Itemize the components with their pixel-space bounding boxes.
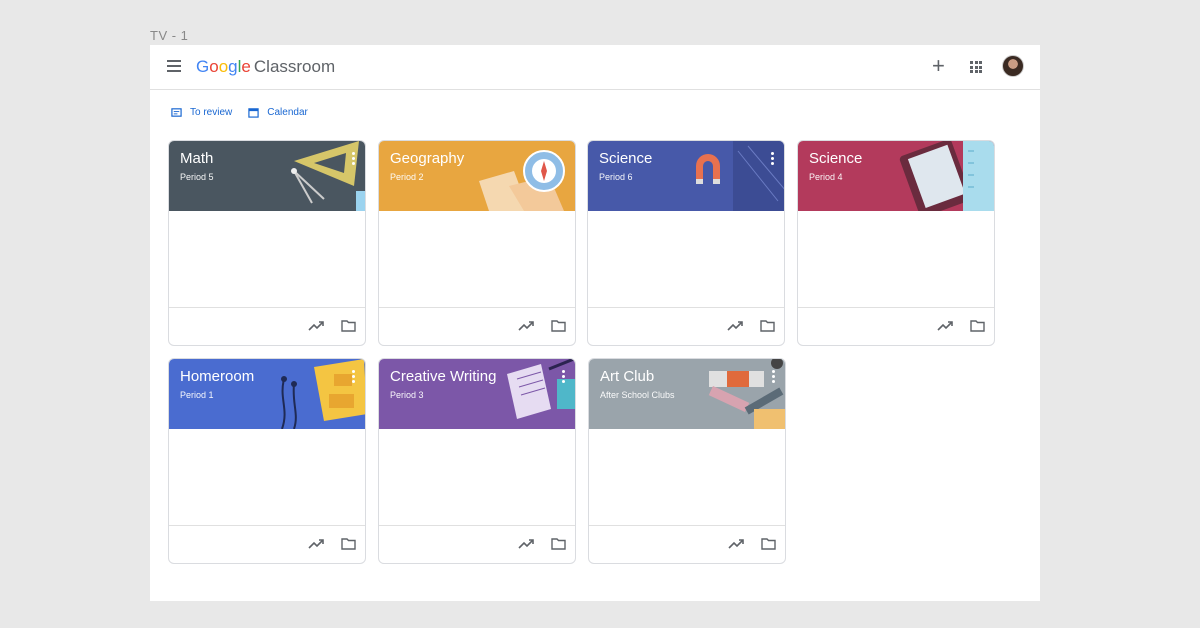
class-card-footer xyxy=(588,308,784,345)
folder-icon[interactable] xyxy=(760,320,775,332)
class-card-creative-writing[interactable]: Creative Writing Period 3 xyxy=(378,358,576,564)
class-banner[interactable]: Science Period 6 xyxy=(588,141,784,211)
class-card-art-club[interactable]: Art Club After School Clubs xyxy=(588,358,786,564)
class-card-footer xyxy=(169,308,365,345)
class-section: Period 5 xyxy=(180,172,214,182)
class-section: Period 2 xyxy=(390,172,424,182)
class-card-body xyxy=(379,429,575,526)
folder-icon[interactable] xyxy=(551,538,566,550)
geometry-tools-illustration xyxy=(291,141,365,211)
calendar-label: Calendar xyxy=(267,107,308,118)
trending-up-icon[interactable] xyxy=(308,538,324,550)
class-title[interactable]: Art Club xyxy=(600,368,654,385)
main-menu-icon[interactable] xyxy=(167,60,181,72)
top-bar: Google Classroom + xyxy=(150,45,1040,90)
trending-up-icon[interactable] xyxy=(728,538,744,550)
more-options-icon[interactable] xyxy=(562,370,565,383)
class-card-footer xyxy=(798,308,994,345)
compass-map-illustration xyxy=(479,150,565,211)
classroom-app: Google Classroom + To review Calendar Ma… xyxy=(150,45,1040,601)
to-review-link[interactable]: To review xyxy=(171,107,232,118)
class-card-body xyxy=(588,211,784,308)
class-card-footer xyxy=(379,308,575,345)
magnet-illustration xyxy=(696,141,784,211)
class-banner[interactable]: Creative Writing Period 3 xyxy=(379,359,575,429)
google-apps-icon[interactable] xyxy=(970,61,982,73)
folder-icon[interactable] xyxy=(970,320,985,332)
notebook-headphones-illustration xyxy=(281,359,365,429)
folder-icon[interactable] xyxy=(761,538,776,550)
class-title[interactable]: Science xyxy=(809,150,862,167)
class-section: After School Clubs xyxy=(600,390,675,400)
create-join-class-icon[interactable]: + xyxy=(932,55,945,77)
google-classroom-logo[interactable]: Google Classroom xyxy=(196,57,335,77)
class-card-footer xyxy=(589,526,785,563)
class-title[interactable]: Science xyxy=(599,150,652,167)
more-options-icon[interactable] xyxy=(772,370,775,383)
class-card-body xyxy=(169,211,365,308)
class-card-footer xyxy=(169,526,365,563)
class-section: Period 6 xyxy=(599,172,633,182)
sub-navigation: To review Calendar xyxy=(171,107,308,118)
class-section: Period 3 xyxy=(390,390,424,400)
trending-up-icon[interactable] xyxy=(518,538,534,550)
folder-icon[interactable] xyxy=(341,320,356,332)
more-options-icon[interactable] xyxy=(352,370,355,383)
class-banner[interactable]: Math Period 5 xyxy=(169,141,365,211)
class-card-body xyxy=(798,211,994,308)
calendar-link[interactable]: Calendar xyxy=(248,107,308,118)
class-card-body xyxy=(379,211,575,308)
class-card-science-period-6[interactable]: Science Period 6 xyxy=(587,140,785,346)
class-banner[interactable]: Art Club After School Clubs xyxy=(589,359,785,429)
class-section: Period 4 xyxy=(809,172,843,182)
class-title[interactable]: Homeroom xyxy=(180,368,254,385)
class-title[interactable]: Geography xyxy=(390,150,464,167)
class-title[interactable]: Creative Writing xyxy=(390,368,496,385)
folder-icon[interactable] xyxy=(341,538,356,550)
trending-up-icon[interactable] xyxy=(727,320,743,332)
class-banner[interactable]: Homeroom Period 1 xyxy=(169,359,365,429)
class-banner[interactable]: Geography Period 2 xyxy=(379,141,575,211)
more-options-icon[interactable] xyxy=(771,152,774,165)
class-card-body xyxy=(169,429,365,526)
folder-icon[interactable] xyxy=(551,320,566,332)
class-card-science-period-4[interactable]: Science Period 4 xyxy=(797,140,995,346)
frame-label: TV - 1 xyxy=(150,28,189,43)
tablet-ruler-illustration xyxy=(899,141,994,211)
class-banner[interactable]: Science Period 4 xyxy=(798,141,994,211)
to-review-icon xyxy=(171,108,182,117)
class-card-footer xyxy=(379,526,575,563)
class-card-geography[interactable]: Geography Period 2 xyxy=(378,140,576,346)
more-options-icon[interactable] xyxy=(352,152,355,165)
class-title[interactable]: Math xyxy=(180,150,213,167)
trending-up-icon[interactable] xyxy=(518,320,534,332)
class-card-body xyxy=(589,429,785,526)
trending-up-icon[interactable] xyxy=(308,320,324,332)
calendar-icon xyxy=(248,108,259,118)
class-section: Period 1 xyxy=(180,390,214,400)
class-card-math[interactable]: Math Period 5 xyxy=(168,140,366,346)
class-card-homeroom[interactable]: Homeroom Period 1 xyxy=(168,358,366,564)
account-avatar[interactable] xyxy=(1002,55,1024,77)
to-review-label: To review xyxy=(190,107,233,118)
trending-up-icon[interactable] xyxy=(937,320,953,332)
